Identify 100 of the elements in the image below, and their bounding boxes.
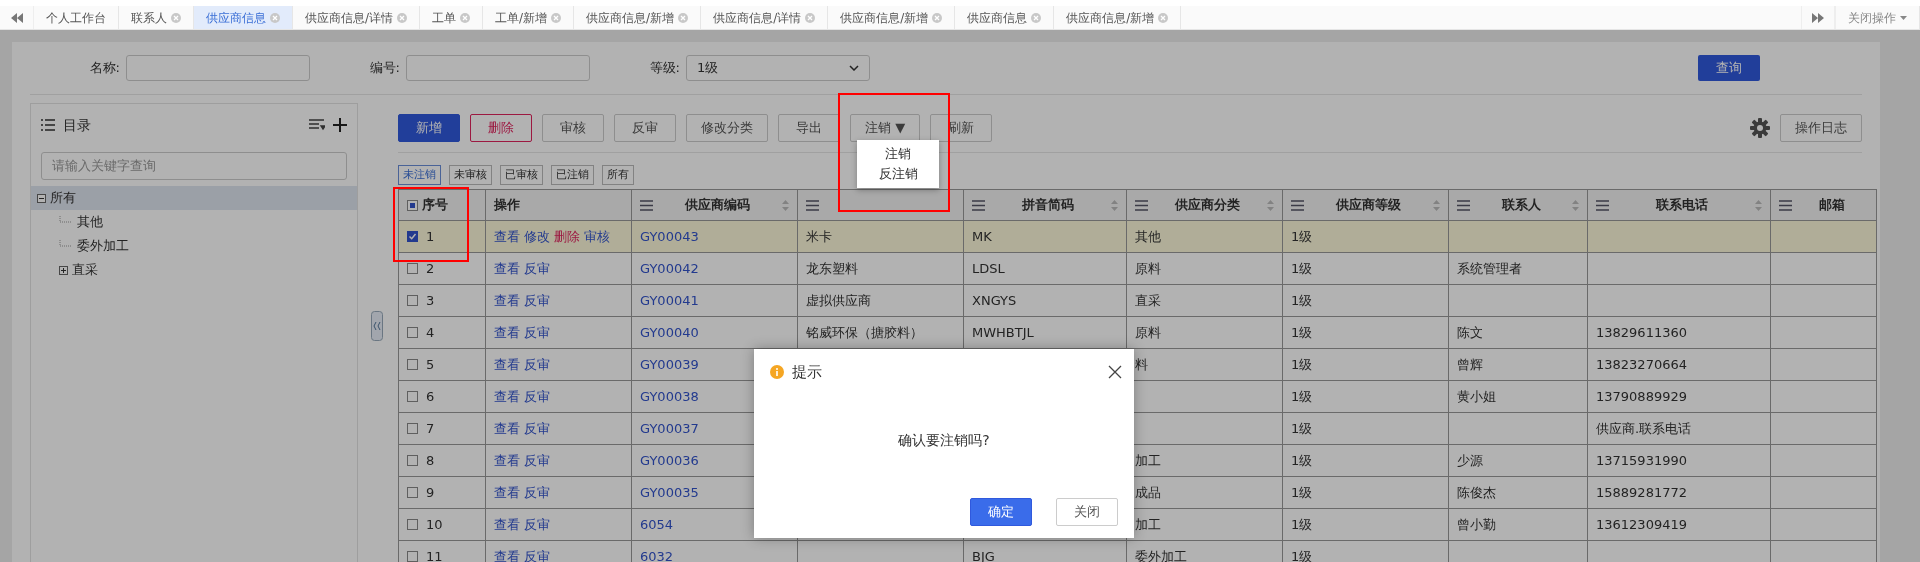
supplier-code-link[interactable]: GY00035 — [640, 484, 699, 500]
action-link[interactable]: 查看 — [494, 258, 520, 279]
action-link[interactable]: 修改 — [524, 226, 550, 247]
sort-icon[interactable] — [782, 199, 789, 211]
supplier-code-link[interactable]: GY00041 — [640, 292, 699, 308]
select-all-checkbox[interactable] — [407, 199, 418, 211]
grade-select[interactable]: 1级 — [686, 55, 870, 81]
toolbar-button[interactable]: 修改分类 — [686, 113, 768, 142]
plus-icon[interactable] — [333, 118, 347, 132]
row-checkbox[interactable] — [407, 359, 418, 370]
action-link[interactable]: 反审 — [524, 514, 550, 535]
sort-icon[interactable] — [1267, 199, 1274, 211]
action-link[interactable]: 反审 — [524, 290, 550, 311]
action-link[interactable]: 查看 — [494, 482, 520, 503]
toolbar-button[interactable]: 新增 — [398, 113, 460, 142]
action-link[interactable]: 反审 — [524, 322, 550, 343]
action-link[interactable]: 查看 — [494, 226, 520, 247]
query-button[interactable]: 查询 — [1698, 55, 1760, 81]
action-link[interactable]: 反审 — [524, 450, 550, 471]
row-checkbox[interactable] — [407, 455, 418, 466]
sort-icon[interactable] — [1433, 199, 1440, 211]
action-link[interactable]: 查看 — [494, 514, 520, 535]
table-cell: 铭威环保（搪胶料） — [806, 324, 923, 340]
status-filter-tab[interactable]: 已注销 — [551, 164, 594, 185]
settings-icon[interactable] — [1750, 117, 1770, 138]
menu-item[interactable]: 反注销 — [857, 164, 939, 184]
toolbar-button[interactable]: 删除 — [470, 113, 532, 142]
expand-icon[interactable] — [59, 265, 68, 275]
supplier-code-link[interactable]: GY00037 — [640, 420, 699, 436]
tree-item[interactable]: 其他 — [31, 210, 357, 234]
keyword-search-field[interactable]: 请输入关键字查询 — [41, 152, 347, 180]
sort-icon[interactable] — [1572, 199, 1579, 211]
close-operations-dropdown[interactable]: 关闭操作 — [1835, 6, 1920, 29]
table-cell: MK — [972, 228, 992, 244]
menu-icon[interactable] — [1779, 199, 1792, 211]
supplier-code-link[interactable]: GY00036 — [640, 452, 699, 468]
menu-icon[interactable] — [806, 199, 819, 211]
supplier-code-link[interactable]: 6032 — [640, 548, 674, 562]
sort-icon[interactable] — [1111, 199, 1118, 211]
page-tab[interactable]: 供应商信息 — [194, 6, 293, 29]
toolbar-button[interactable]: 审核 — [542, 113, 604, 142]
action-link[interactable]: 反审 — [524, 258, 550, 279]
dialog-button[interactable]: 关闭 — [1056, 498, 1118, 526]
action-link[interactable]: 查看 — [494, 386, 520, 407]
row-checkbox[interactable] — [407, 295, 418, 306]
action-link[interactable]: 反审 — [524, 386, 550, 407]
toolbar-button[interactable]: 反审 — [614, 113, 676, 142]
supplier-code-link[interactable]: GY00038 — [640, 388, 699, 404]
row-checkbox[interactable] — [407, 487, 418, 498]
row-checkbox[interactable] — [407, 391, 418, 402]
status-filter-tab[interactable]: 未审核 — [449, 164, 492, 185]
action-link[interactable]: 查看 — [494, 546, 520, 562]
action-link[interactable]: 反审 — [524, 546, 550, 562]
action-link[interactable]: 查看 — [494, 322, 520, 343]
action-link[interactable]: 查看 — [494, 418, 520, 439]
menu-icon[interactable] — [1291, 199, 1304, 211]
close-icon[interactable] — [1108, 365, 1122, 380]
row-checkbox[interactable] — [407, 327, 418, 338]
table-cell: 曾辉 — [1457, 356, 1483, 372]
status-filter-tab[interactable]: 已审核 — [500, 164, 543, 185]
action-link[interactable]: 审核 — [584, 226, 610, 247]
name-input-field[interactable] — [126, 55, 310, 81]
status-filter-tab[interactable]: 所有 — [602, 164, 634, 185]
supplier-code-link[interactable]: GY00040 — [640, 324, 699, 340]
menu-icon[interactable] — [640, 199, 653, 211]
menu-icon[interactable] — [972, 199, 985, 211]
tree-item[interactable]: 所有 — [31, 186, 357, 210]
supplier-code-link[interactable]: GY00043 — [640, 228, 699, 244]
action-link[interactable]: 删除 — [554, 226, 580, 247]
row-checkbox[interactable] — [407, 519, 418, 530]
row-checkbox[interactable] — [407, 423, 418, 434]
code-input-field[interactable] — [406, 55, 590, 81]
dialog-button[interactable]: 确定 — [970, 498, 1032, 526]
action-link[interactable]: 反审 — [524, 482, 550, 503]
action-link[interactable]: 查看 — [494, 450, 520, 471]
operation-log-button[interactable]: 操作日志 — [1780, 113, 1862, 142]
sort-icon[interactable] — [1755, 199, 1762, 211]
status-filter-tab[interactable]: 未注销 — [398, 164, 441, 185]
menu-icon[interactable] — [1135, 199, 1148, 211]
cancel-dropdown-button[interactable]: 注销 ▼ — [850, 113, 921, 142]
collapse-icon[interactable] — [37, 193, 46, 203]
sort-menu-icon[interactable] — [309, 119, 325, 131]
tree-item[interactable]: 委外加工 — [31, 234, 357, 258]
menu-icon[interactable] — [1596, 199, 1609, 211]
action-link[interactable]: 查看 — [494, 354, 520, 375]
menu-icon[interactable] — [1457, 199, 1470, 211]
supplier-code-link[interactable]: GY00039 — [640, 356, 699, 372]
row-checkbox[interactable] — [407, 263, 418, 274]
toolbar-button[interactable]: 导出 — [778, 113, 840, 142]
row-checkbox[interactable] — [407, 551, 418, 562]
row-checkbox[interactable] — [407, 231, 418, 242]
supplier-code-link[interactable]: 6054 — [640, 516, 674, 532]
action-link[interactable]: 反审 — [524, 354, 550, 375]
action-link[interactable]: 查看 — [494, 290, 520, 311]
toolbar-button[interactable]: 刷新 — [930, 113, 993, 142]
supplier-code-link[interactable]: GY00042 — [640, 260, 699, 276]
menu-item[interactable]: 注销 — [857, 144, 939, 164]
tree-item[interactable]: 直采 — [31, 258, 357, 282]
collapse-handle-icon[interactable] — [371, 311, 383, 341]
action-link[interactable]: 反审 — [524, 418, 550, 439]
